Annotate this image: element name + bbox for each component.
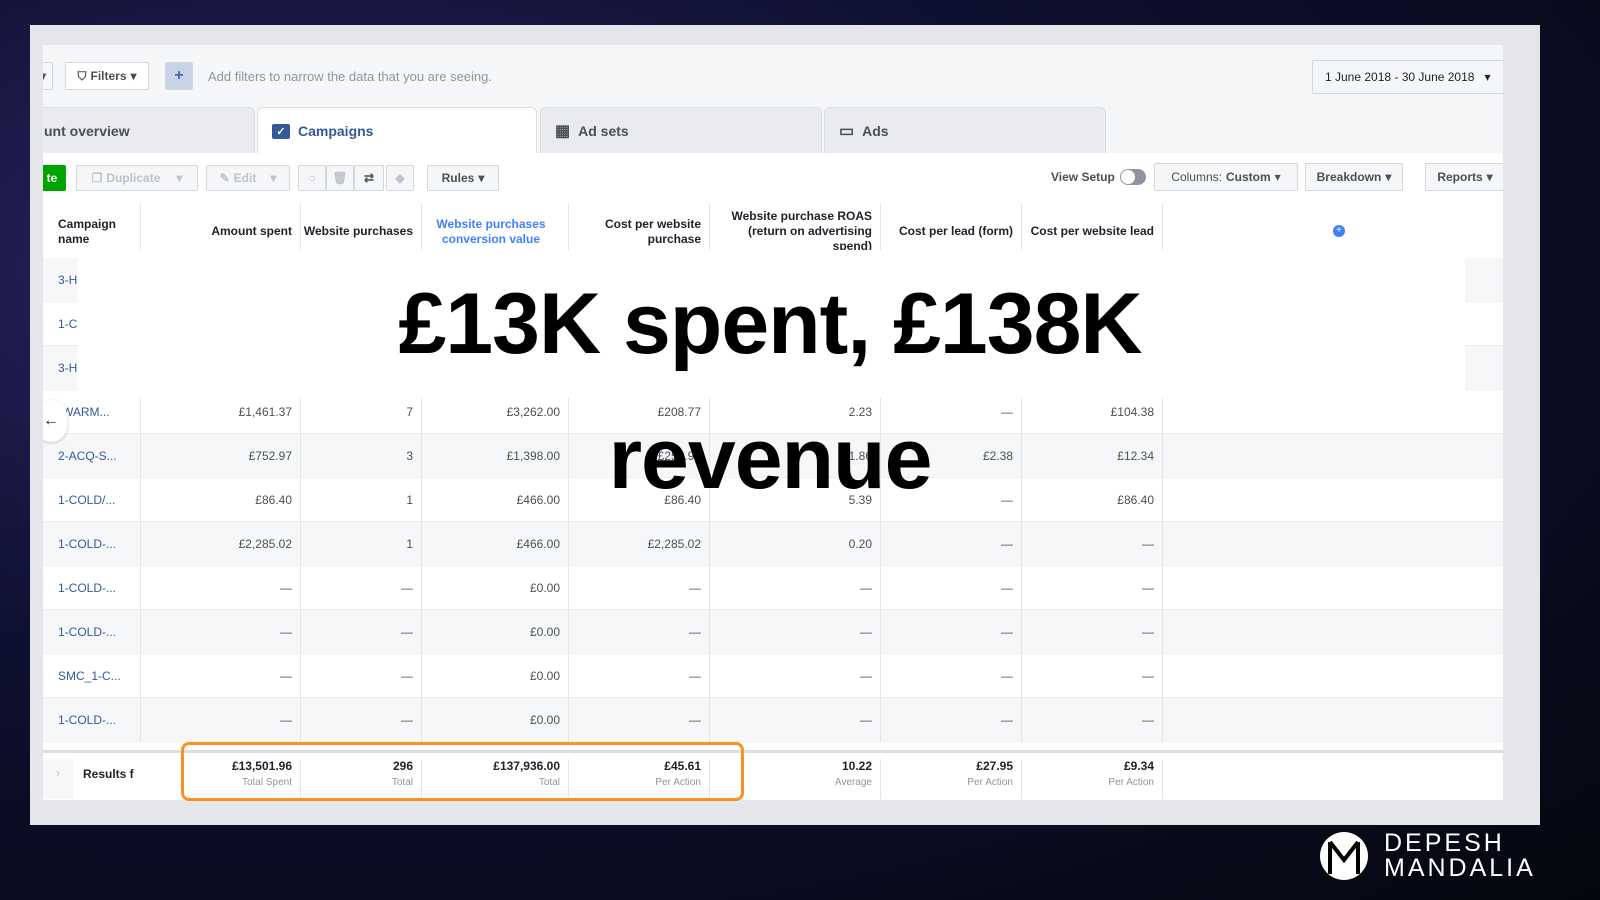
date-range-picker[interactable]: 1 June 2018 - 30 June 2018 ▾ [1312, 60, 1503, 94]
table-row[interactable]: SMC_1-C... — — £0.00— — — — [43, 654, 1503, 698]
duplicate-icon: ❐ [91, 171, 103, 185]
table-row[interactable]: 1-COLD-... — — £0.00— — — — [43, 698, 1503, 742]
table-row[interactable]: 1-COLD-... — — £0.00— — — — [43, 566, 1503, 610]
pencil-icon: ✎ [219, 171, 230, 185]
table-cell: £0.00 [422, 566, 569, 610]
table-cell: — [569, 698, 710, 742]
results-label: Per Action [967, 777, 1013, 788]
refresh-icon[interactable]: ○ [298, 165, 326, 191]
chevron-down-icon: ▾ [270, 171, 277, 185]
table-cell: £2,285.02 [569, 522, 710, 566]
table-cell: 0.20 [710, 522, 881, 566]
brand-mark-icon [1320, 832, 1368, 880]
results-value: £9.34 [1123, 759, 1154, 773]
table-cell: — [1022, 698, 1163, 742]
table-cell: — [141, 566, 301, 610]
filters-button[interactable]: ⛉ Filters ▾ [65, 62, 149, 90]
chevron-down-icon: ▾ [1486, 170, 1493, 184]
tab-ad-sets[interactable]: ▦ Ad sets [540, 107, 822, 153]
table-cell: — [301, 654, 422, 698]
table-cell: — [141, 698, 301, 742]
table-cell: — [301, 566, 422, 610]
highlight-box [181, 742, 744, 801]
ad-icon: ▭ [839, 122, 855, 140]
create-button[interactable]: te [43, 165, 66, 191]
campaign-name-link[interactable]: SMC_1-C... [50, 654, 141, 698]
view-setup-label: View Setup [1051, 170, 1115, 184]
table-cell: — [881, 566, 1022, 610]
table-cell: — [569, 566, 710, 610]
table-cell: — [881, 698, 1022, 742]
table-row[interactable]: 1-COLD-... — — £0.00— — — — [43, 610, 1503, 654]
reports-button[interactable]: Reports ▾ [1425, 163, 1503, 191]
results-label: Per Action [1108, 777, 1154, 788]
table-cell: — [1022, 522, 1163, 566]
brand-logo: DEPESH MANDALIA [1318, 830, 1536, 882]
table-cell: — [141, 654, 301, 698]
table-cell: — [569, 654, 710, 698]
filter-hint: Add filters to narrow the data that you … [208, 69, 493, 84]
table-cell: 1 [301, 522, 422, 566]
results-value: £27.95 [976, 759, 1013, 773]
tab-campaigns[interactable]: ✓ Campaigns [257, 107, 537, 154]
chevron-down-icon: ▾ [130, 69, 137, 83]
rules-button[interactable]: Rules ▾ [427, 165, 499, 191]
table-cell: — [710, 698, 881, 742]
table-cell: £0.00 [422, 654, 569, 698]
table-row[interactable]: 1-COLD-... £2,285.02 1 £466.00 £2,285.02 0.20… [43, 522, 1503, 566]
breakdown-button[interactable]: Breakdown ▾ [1305, 163, 1403, 191]
chevron-down-icon: ▾ [1385, 170, 1392, 184]
grid-icon: ▦ [555, 122, 571, 140]
dropdown-button[interactable]: ▾ [43, 62, 53, 90]
chevron-down-icon: ▾ [1484, 70, 1491, 84]
table-cell: — [569, 610, 710, 654]
chevron-down-icon: ▾ [176, 171, 183, 185]
table-cell: — [1022, 654, 1163, 698]
table-cell: — [881, 522, 1022, 566]
table-cell: — [881, 654, 1022, 698]
brand-name-2: MANDALIA [1384, 854, 1536, 882]
toolbar: te ❐ Duplicate ▾ ✎ Edit ▾ ○ 🗑 ⇄ ◆ Rules ▾ Vie… [43, 153, 1503, 203]
table-cell: £2,285.02 [141, 522, 301, 566]
table-cell: — [710, 566, 881, 610]
results-label: Results f [83, 767, 134, 781]
campaign-name-link[interactable]: 1-COLD-... [50, 522, 141, 566]
table-cell: £466.00 [422, 522, 569, 566]
tag-icon[interactable]: ◆ [386, 165, 414, 191]
table-cell: £0.00 [422, 698, 569, 742]
edit-button[interactable]: ✎ Edit ▾ [206, 165, 290, 191]
campaign-name-link[interactable]: 1-COLD-... [50, 610, 141, 654]
results-cell: £27.95 Per Action [881, 759, 1022, 799]
campaign-name-link[interactable]: 1-COLD-... [50, 566, 141, 610]
headline-line-2: revenue [608, 411, 933, 507]
tab-account-overview[interactable]: unt overview [43, 107, 255, 153]
table-cell: — [301, 610, 422, 654]
campaign-name-link[interactable]: 1-COLD-... [50, 698, 141, 742]
view-setup-toggle[interactable] [1120, 169, 1146, 185]
chevron-down-icon: ▾ [1274, 170, 1281, 184]
ab-test-icon[interactable]: ⇄ [354, 165, 384, 191]
table-cell: — [141, 610, 301, 654]
tab-ads[interactable]: ▭ Ads [824, 107, 1106, 153]
table-cell: — [710, 610, 881, 654]
table-cell: £0.00 [422, 610, 569, 654]
table-cell: — [881, 610, 1022, 654]
add-filter-button[interactable]: + [165, 62, 193, 90]
results-cell: £9.34 Per Action [1022, 759, 1163, 799]
headline-line-1: £13K spent, £138K [398, 276, 1142, 372]
add-column-icon[interactable]: + [1333, 225, 1345, 237]
columns-button[interactable]: Columns: Custom ▾ [1154, 163, 1298, 191]
table-cell: — [1022, 610, 1163, 654]
folder-check-icon: ✓ [272, 123, 290, 139]
table-cell: — [1022, 566, 1163, 610]
table-cell: — [301, 698, 422, 742]
expand-icon[interactable]: › [43, 759, 73, 799]
filter-icon: ⛉ [77, 68, 87, 83]
trash-icon[interactable]: 🗑 [326, 165, 354, 191]
duplicate-button[interactable]: ❐ Duplicate ▾ [76, 165, 198, 191]
table-cell: — [710, 654, 881, 698]
chevron-down-icon: ▾ [478, 171, 485, 185]
brand-name-1: DEPESH [1384, 829, 1505, 857]
